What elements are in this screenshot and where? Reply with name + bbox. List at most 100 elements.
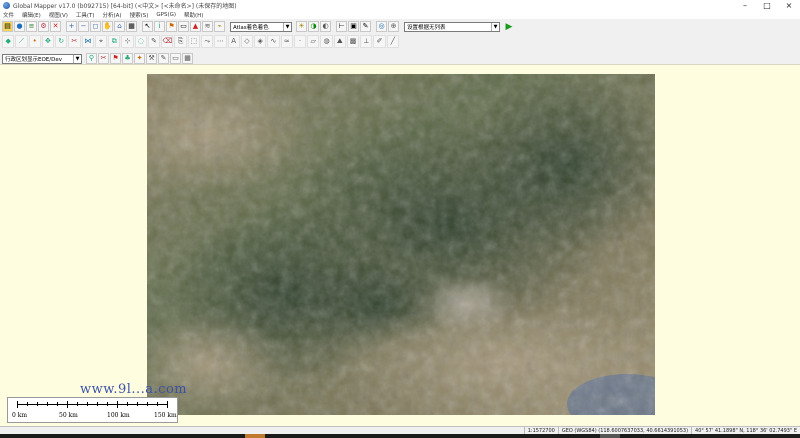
scale-label-50: 50 km — [59, 412, 78, 419]
point-icon[interactable]: · — [293, 35, 307, 48]
scale-label-100: 100 km — [107, 412, 130, 419]
path-profile-icon[interactable]: ⌁ — [214, 21, 225, 32]
menu-analysis[interactable]: 分析(A) — [103, 11, 122, 19]
exit-icon[interactable]: ✕ — [50, 21, 61, 32]
line-tool-icon[interactable]: ╱ — [386, 35, 399, 48]
layer-select-value: 设置根据无列表 — [407, 24, 446, 31]
taskbar-app[interactable] — [245, 434, 265, 438]
minimize-icon[interactable]: – — [734, 0, 756, 11]
digitize-icon[interactable]: ✎ — [360, 21, 371, 32]
create-point-icon[interactable]: • — [28, 35, 41, 48]
globe-icon[interactable]: ● — [14, 21, 25, 32]
create-line-icon[interactable]: ⟋ — [15, 35, 28, 48]
open-folder-icon[interactable]: ▤ — [2, 21, 13, 32]
window-title: Global Mapper v17.0 (b092715) [64-bit] (… — [13, 3, 237, 10]
smooth-icon[interactable]: ≈ — [280, 35, 293, 48]
curve-icon[interactable]: ∿ — [267, 35, 280, 48]
grid-icon[interactable]: ▦ — [126, 21, 137, 32]
menu-bar: 文件 编辑(E) 视图(V) 工具(T) 分析(A) 搜索(S) GPS(G) … — [0, 11, 800, 19]
hsv-icon[interactable]: ◑ — [308, 21, 319, 32]
maximize-icon[interactable]: □ — [756, 0, 778, 11]
scale-minor-tick — [87, 402, 88, 406]
cut-icon[interactable]: ⟂ — [360, 35, 373, 48]
print-icon[interactable]: ▭ — [178, 21, 189, 32]
flag-icon[interactable]: ⚑ — [110, 53, 121, 64]
measure-icon[interactable]: ⚑ — [166, 21, 177, 32]
scale-minor-tick — [147, 402, 148, 406]
menu-tools[interactable]: 工具(T) — [76, 11, 95, 19]
edit-2-icon[interactable]: ✎ — [158, 53, 169, 64]
status-bar: 1:1572700 GEO (WGS84) (118.6007637033, 4… — [0, 426, 800, 435]
close-icon[interactable]: × — [778, 0, 800, 11]
config-icon[interactable]: ⚙ — [38, 21, 49, 32]
tool-icon[interactable]: ⚒ — [146, 53, 157, 64]
marker-icon[interactable]: ✦ — [134, 53, 145, 64]
buffer-icon[interactable]: ◌ — [134, 35, 147, 48]
zoom-box-icon[interactable]: ◻ — [90, 21, 101, 32]
window-icon[interactable]: ▭ — [170, 53, 181, 64]
projection-select-value: 行政区划显示EOE/Dev — [5, 56, 63, 63]
grid-icon-2[interactable]: ▦ — [182, 53, 193, 64]
spot-2-icon[interactable]: ⊕ — [388, 21, 399, 32]
scale-minor-tick — [47, 402, 48, 406]
feature-info-icon[interactable]: ⊢ — [336, 21, 347, 32]
split-icon[interactable]: ✂ — [68, 35, 81, 48]
create-area-icon[interactable]: ◆ — [2, 35, 15, 48]
shader-icon[interactable]: ≋ — [202, 21, 213, 32]
area-icon[interactable]: ▱ — [307, 35, 320, 48]
scale-tick — [17, 401, 18, 408]
delete-icon[interactable]: ⌫ — [161, 35, 174, 48]
3d-view-icon[interactable]: ▲ — [190, 21, 201, 32]
menu-search[interactable]: 搜索(S) — [130, 11, 149, 19]
scale-minor-tick — [37, 402, 38, 406]
zoom-in-icon[interactable]: + — [66, 21, 77, 32]
play-icon[interactable]: ▶ — [504, 22, 514, 32]
path-icon[interactable]: ⤳ — [200, 35, 214, 48]
menu-view[interactable]: 视图(V) — [49, 11, 68, 19]
layers-icon[interactable]: ≡ — [26, 21, 37, 32]
layer-select[interactable]: 设置根据无列表 ▼ — [404, 21, 500, 32]
tree-icon[interactable]: ♣ — [122, 53, 133, 64]
satellite-map[interactable] — [147, 74, 655, 415]
scale-label-150: 150 km — [154, 412, 177, 419]
edit-icon[interactable]: ✎ — [147, 35, 161, 48]
measure-area-icon[interactable]: ⬚ — [187, 35, 200, 48]
snap-icon[interactable]: ⊹ — [121, 35, 134, 48]
feature-icon[interactable]: ◇ — [240, 35, 254, 48]
spot-icon[interactable]: ◎ — [376, 21, 387, 32]
copy-icon[interactable]: ⎘ — [174, 35, 187, 48]
pen-icon[interactable]: ✐ — [373, 35, 386, 48]
scale-line — [17, 404, 167, 405]
zoom-out-icon[interactable]: − — [78, 21, 89, 32]
terrain-icon[interactable]: ⛰ — [333, 35, 346, 48]
full-view-icon[interactable]: ⌂ — [114, 21, 125, 32]
scale-minor-tick — [77, 402, 78, 406]
label-icon[interactable]: A — [227, 35, 240, 48]
taskbar — [0, 434, 800, 438]
contour-icon[interactable]: ◍ — [320, 35, 333, 48]
image-icon[interactable]: ▣ — [348, 21, 359, 32]
shader-select[interactable]: Atlas着色着色 ▼ — [230, 21, 292, 32]
lighting-icon[interactable]: ☀ — [296, 21, 307, 32]
crop-icon[interactable]: ⧉ — [108, 35, 121, 48]
volume-icon[interactable]: ▩ — [346, 35, 360, 48]
menu-edit[interactable]: 编辑(E) — [22, 11, 41, 19]
join-icon[interactable]: ⋈ — [81, 35, 94, 48]
pin-icon[interactable]: ⚲ — [86, 53, 97, 64]
vertex-icon[interactable]: ⌖ — [94, 35, 108, 48]
pan-icon[interactable]: ✋ — [102, 21, 113, 32]
contrast-icon[interactable]: ◐ — [320, 21, 331, 32]
scissors-icon[interactable]: ✂ — [98, 53, 109, 64]
projection-select[interactable]: 行政区划显示EOE/Dev ▼ — [2, 53, 82, 64]
style-icon[interactable]: ◈ — [254, 35, 267, 48]
rotate-icon[interactable]: ↻ — [55, 35, 68, 48]
taskbar-app[interactable] — [600, 434, 620, 438]
move-icon[interactable]: ✥ — [41, 35, 55, 48]
select-icon[interactable]: ↖ — [142, 21, 153, 32]
chevron-down-icon: ▼ — [283, 22, 291, 31]
tracks-icon[interactable]: ⋯ — [214, 35, 227, 48]
menu-file[interactable]: 文件 — [3, 11, 14, 19]
menu-help[interactable]: 帮助(H) — [184, 11, 203, 19]
info-icon[interactable]: i — [154, 21, 165, 32]
menu-gps[interactable]: GPS(G) — [156, 12, 176, 18]
